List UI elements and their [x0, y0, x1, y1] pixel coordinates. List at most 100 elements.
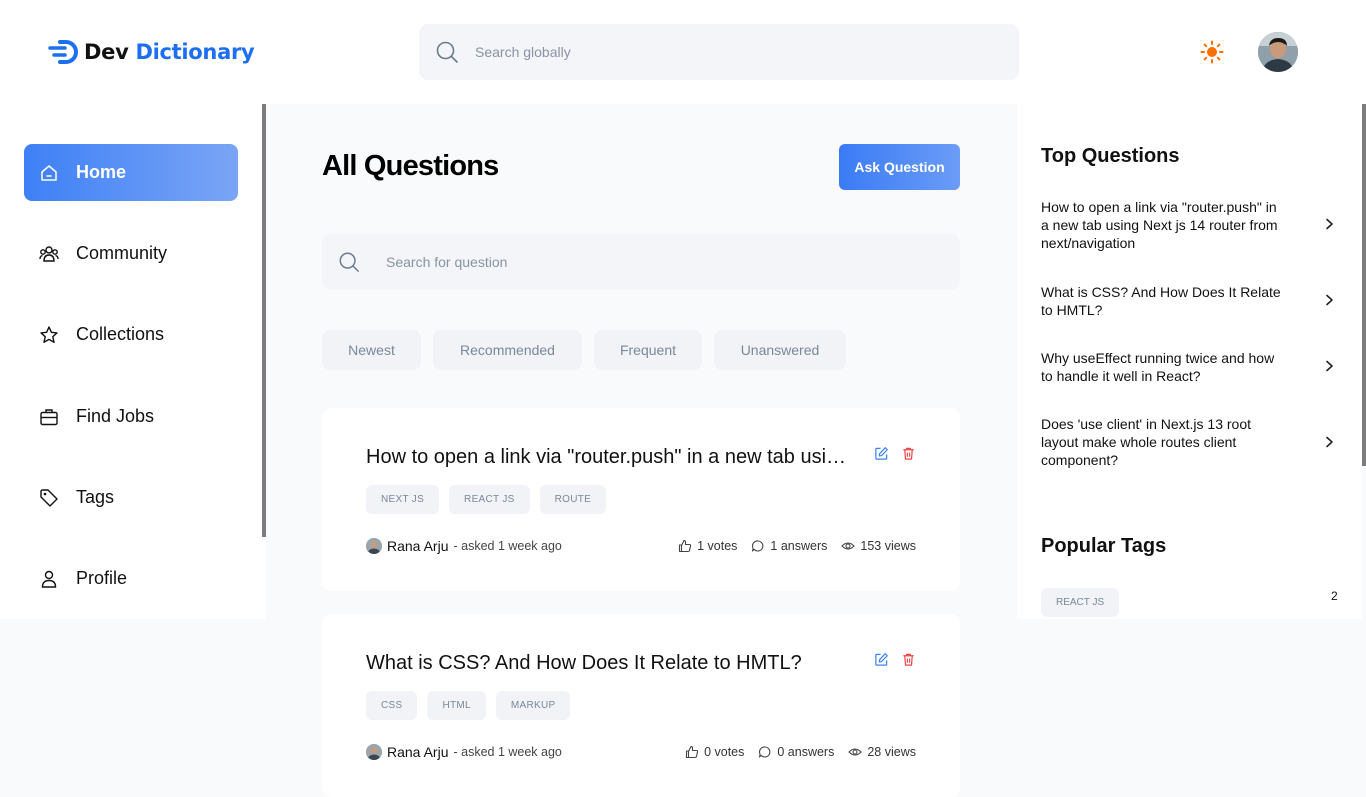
author-name: Rana Arju [387, 744, 449, 760]
popular-tag-badge[interactable]: REACT JS [1041, 588, 1120, 617]
tag-badge[interactable]: CSS [366, 691, 418, 720]
logo-accent: Dictionary [135, 40, 255, 64]
users-icon [39, 245, 59, 262]
filter-recommended[interactable]: Recommended [433, 330, 582, 370]
avatar-image [1258, 32, 1298, 72]
tag-badge[interactable]: ROUTE [539, 485, 607, 514]
filter-frequent[interactable]: Frequent [594, 330, 702, 370]
chevron-right-icon[interactable] [1322, 217, 1336, 231]
global-search-bar[interactable] [419, 24, 1019, 80]
answers-stat: 0 answers [758, 745, 834, 759]
home-icon [41, 164, 57, 181]
top-question-link[interactable]: Why useEffect running twice and how to h… [1041, 349, 1281, 385]
question-title[interactable]: How to open a link via "router.push" in … [366, 446, 850, 469]
message-icon [759, 746, 771, 758]
question-author[interactable]: Rana Arju - asked 1 week ago [366, 538, 562, 554]
sidebar-item-collections[interactable]: Collections [24, 306, 238, 363]
question-search-bar[interactable] [322, 234, 960, 290]
question-meta: Rana Arju - asked 1 week ago 1 votes 1 a… [366, 538, 916, 554]
question-meta: Rana Arju - asked 1 week ago 0 votes 0 a… [366, 744, 916, 760]
asked-time: - asked 1 week ago [453, 539, 562, 553]
question-card: What is CSS? And How Does It Relate to H… [322, 614, 960, 797]
chevron-right-icon[interactable] [1322, 435, 1336, 449]
delete-icon[interactable] [901, 446, 916, 461]
views-count: 28 views [867, 745, 916, 759]
sidebar-item-community[interactable]: Community [24, 225, 238, 282]
sidebar-item-label: Find Jobs [76, 406, 155, 426]
question-tags: CSS HTML MARKUP [366, 691, 571, 720]
filter-newest[interactable]: Newest [322, 330, 421, 370]
top-questions-heading: Top Questions [1041, 145, 1180, 167]
logo-text: Dev Dictionary [84, 40, 255, 64]
tag-badge[interactable]: MARKUP [495, 691, 571, 720]
author-avatar [366, 744, 382, 760]
filter-unanswered[interactable]: Unanswered [714, 330, 846, 370]
views-count: 153 views [860, 539, 916, 553]
answers-count: 0 answers [777, 745, 835, 759]
sidebar-item-label: Tags [76, 487, 115, 507]
votes-count: 1 votes [697, 539, 738, 553]
sidebar-item-label: Community [76, 243, 168, 263]
top-navbar: Dev Dictionary [0, 0, 1366, 104]
tag-badge[interactable]: REACT JS [449, 485, 530, 514]
edit-icon[interactable] [874, 446, 889, 461]
top-question-link[interactable]: How to open a link via "router.push" in … [1041, 198, 1281, 252]
votes-count: 0 votes [704, 745, 745, 759]
edit-icon[interactable] [874, 652, 889, 667]
asked-time: - asked 1 week ago [453, 745, 562, 759]
tag-badge[interactable]: NEXT JS [366, 485, 440, 514]
tag-badge[interactable]: HTML [427, 691, 486, 720]
popular-tag-count: 2 [1331, 589, 1338, 603]
sidebar-item-profile[interactable]: Profile [24, 550, 238, 607]
chevron-right-icon[interactable] [1322, 359, 1336, 373]
right-sidebar-scrollbar[interactable] [1362, 104, 1366, 466]
page-title: All Questions [322, 150, 499, 182]
author-name: Rana Arju [387, 538, 449, 554]
message-icon [752, 540, 764, 552]
question-stats: 0 votes 0 answers 28 views [685, 745, 916, 759]
question-search-input[interactable] [386, 254, 946, 270]
top-question-link[interactable]: What is CSS? And How Does It Relate to H… [1041, 283, 1281, 319]
top-question-link[interactable]: Does 'use client' in Next.js 13 root lay… [1041, 415, 1281, 469]
thumbs-up-icon [679, 539, 692, 553]
votes-stat: 0 votes [685, 745, 744, 759]
views-stat: 153 views [841, 539, 916, 553]
sidebar-item-home[interactable]: Home [24, 144, 238, 201]
eye-icon [848, 748, 863, 756]
logo-prefix: Dev [84, 40, 129, 64]
star-icon [40, 325, 58, 343]
app-logo[interactable]: Dev Dictionary [48, 38, 255, 66]
eye-icon [841, 542, 856, 550]
sidebar-item-label: Collections [76, 324, 165, 344]
views-stat: 28 views [848, 745, 916, 759]
ask-question-button[interactable]: Ask Question [839, 144, 960, 190]
question-card: How to open a link via "router.push" in … [322, 408, 960, 591]
votes-stat: 1 votes [678, 539, 737, 553]
question-author[interactable]: Rana Arju - asked 1 week ago [366, 744, 562, 760]
sidebar-item-label: Profile [76, 568, 128, 588]
popular-tags-heading: Popular Tags [1041, 535, 1167, 557]
author-avatar [366, 538, 382, 554]
sun-icon[interactable] [1200, 40, 1224, 64]
search-icon [436, 41, 458, 63]
global-search-input[interactable] [475, 44, 975, 60]
question-stats: 1 votes 1 answers 153 views [678, 539, 916, 553]
question-actions [874, 446, 916, 461]
delete-icon[interactable] [901, 652, 916, 667]
chevron-right-icon[interactable] [1322, 293, 1336, 307]
briefcase-icon [40, 408, 58, 425]
sidebar-item-tags[interactable]: Tags [24, 469, 238, 526]
answers-count: 1 answers [770, 539, 828, 553]
question-tags: NEXT JS REACT JS ROUTE [366, 485, 607, 514]
user-avatar[interactable] [1258, 32, 1298, 72]
sidebar-item-label: Home [76, 162, 127, 182]
left-sidebar-scrollbar[interactable] [262, 104, 266, 537]
tag-icon [40, 488, 58, 507]
question-title[interactable]: What is CSS? And How Does It Relate to H… [366, 652, 850, 675]
answers-stat: 1 answers [751, 539, 827, 553]
sidebar-item-find-jobs[interactable]: Find Jobs [24, 388, 238, 445]
user-icon [41, 570, 57, 588]
logo-icon [48, 40, 78, 64]
thumbs-up-icon [686, 745, 699, 759]
question-actions [874, 652, 916, 667]
